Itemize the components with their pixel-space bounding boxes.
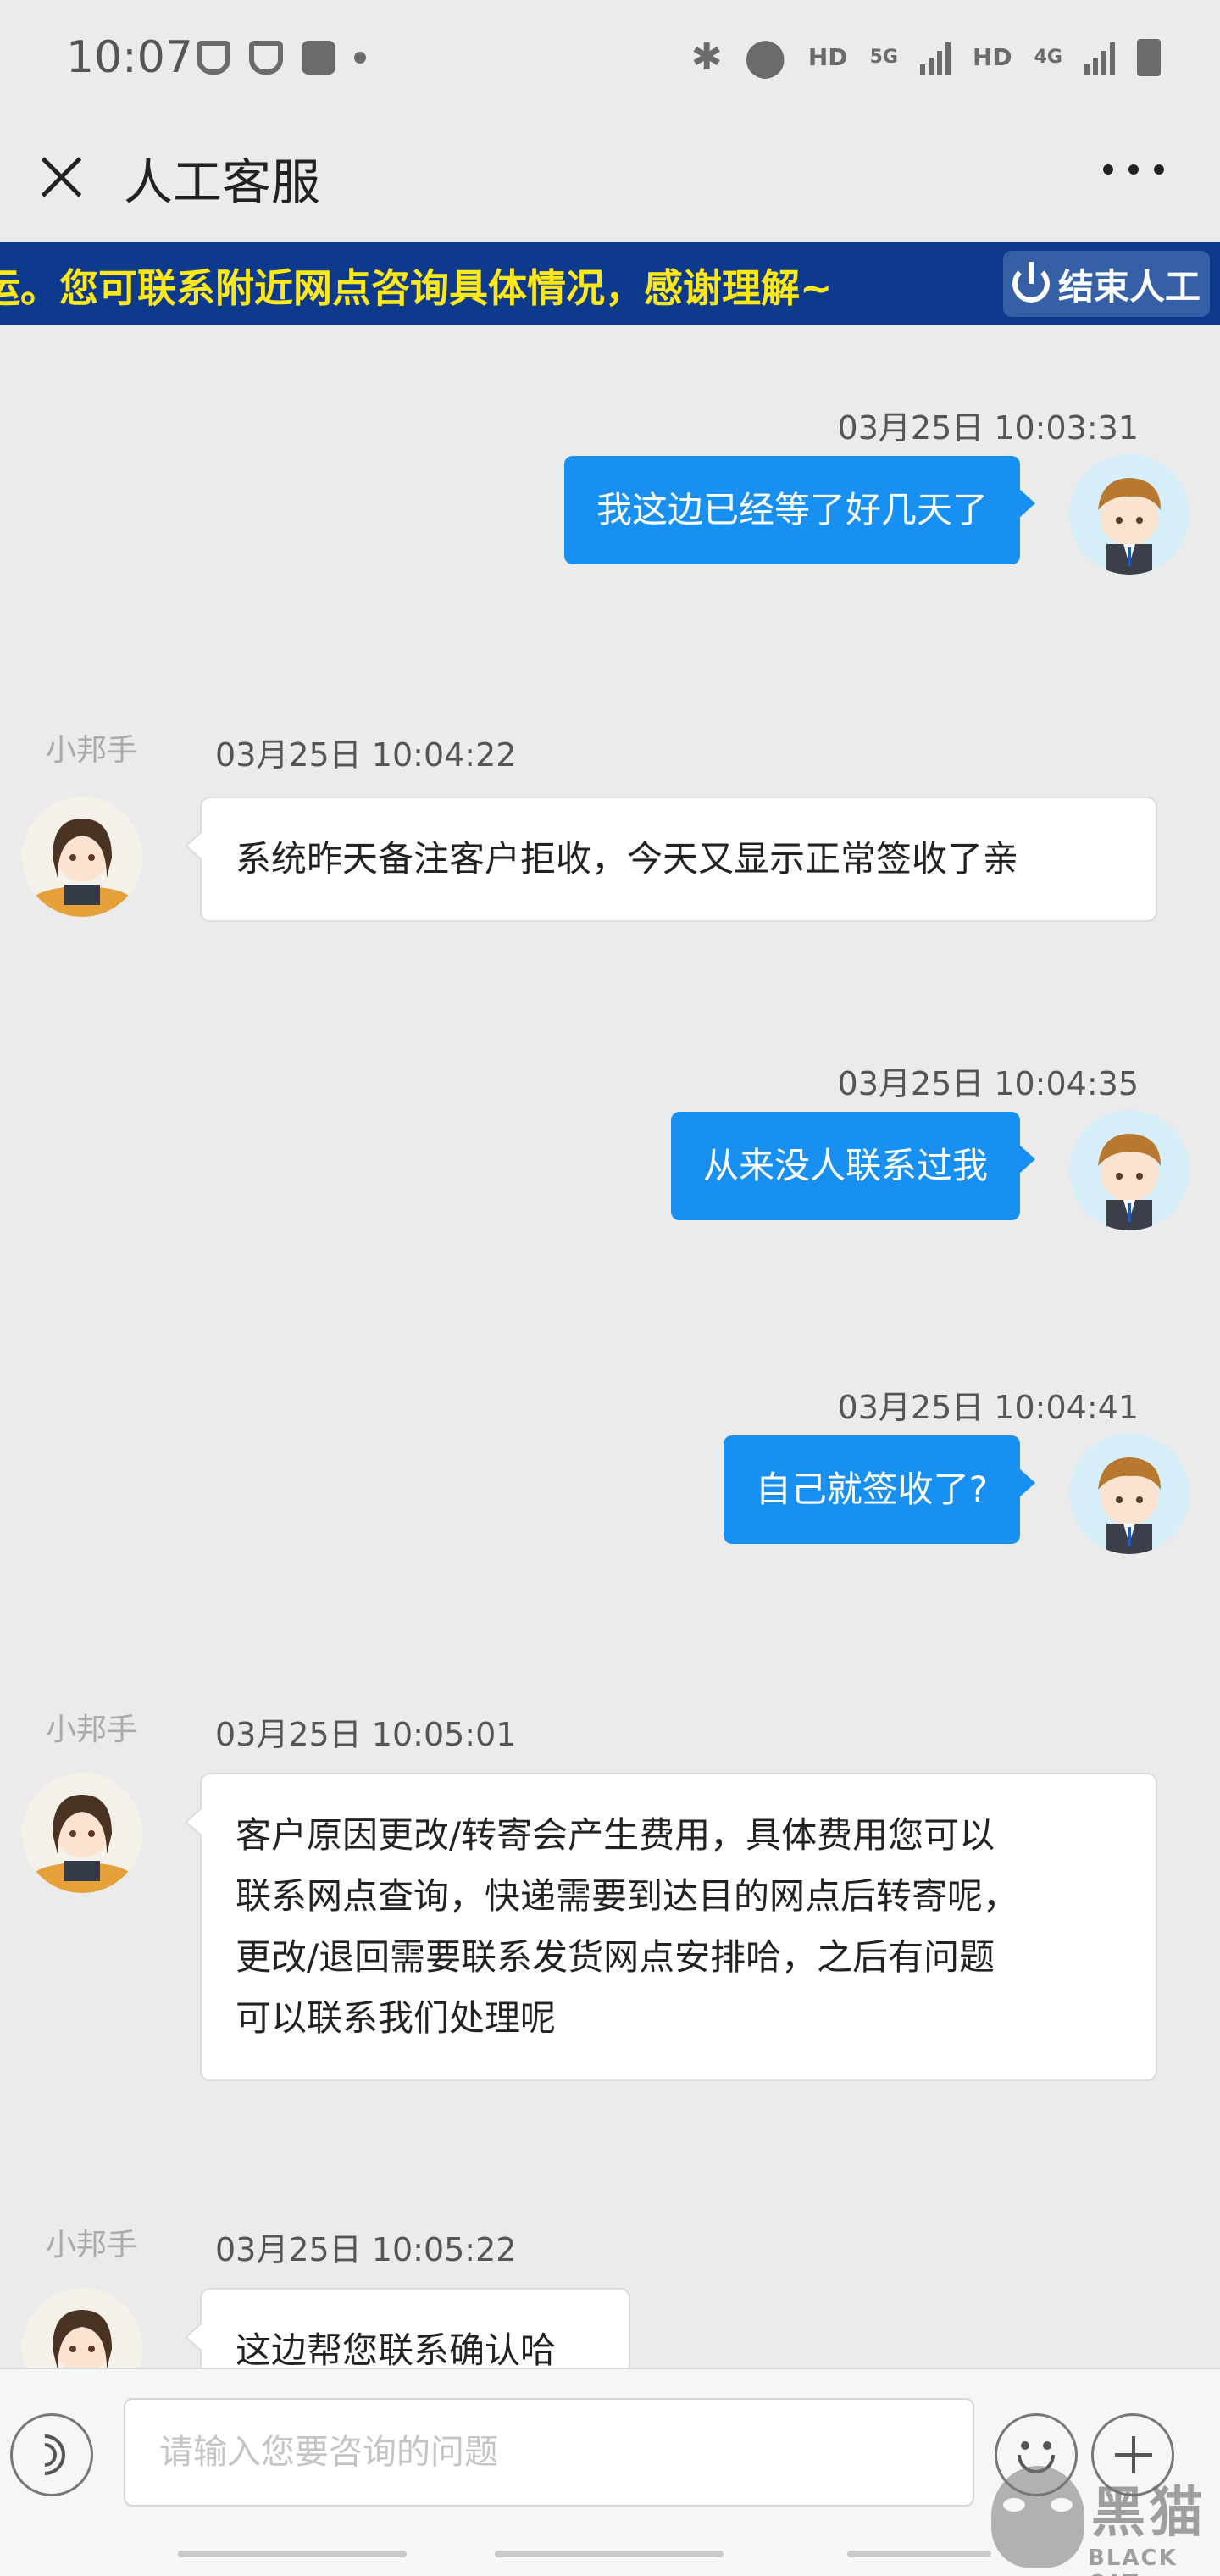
end-human-service-button[interactable]: 结束人工 — [1003, 251, 1210, 317]
banner-text: 运。您可联系附近网点咨询具体情况，感谢理解~ — [0, 265, 833, 311]
message-timestamp: 03月25日 10:05:01 — [215, 1716, 517, 1753]
message-bubble[interactable]: 我这边已经等了好几天了 — [563, 456, 1036, 564]
nav-recents-handle[interactable] — [178, 2551, 407, 2557]
nav-back-handle[interactable] — [847, 2551, 991, 2557]
chat-list[interactable]: 03月25日 10:03:31 我这边已经等了好几天了 小邦手 03月25日 1… — [0, 325, 1220, 2368]
message-timestamp: 03月25日 10:04:41 — [837, 1389, 1139, 1426]
more-notifications-dot-icon — [354, 52, 366, 64]
page-title: 人工客服 — [124, 153, 321, 211]
network-5g-label: 5G — [869, 47, 898, 68]
signal-icon — [1084, 41, 1115, 75]
message-bubble[interactable]: 自己就签收了? — [723, 1435, 1036, 1544]
watermark-text: 黑猫 — [1091, 2482, 1206, 2545]
status-bar: 10:07 ✱ ⬤ HD 5G HD 4G — [0, 0, 1220, 115]
message-line: 更改/退回需要联系发货网点安排哈，之后有问题 — [236, 1936, 995, 1978]
location-icon: ⬤ — [744, 36, 786, 79]
notice-banner: 运。您可联系附近网点咨询具体情况，感谢理解~ 结束人工 — [0, 242, 1220, 325]
agent-avatar — [22, 2288, 142, 2368]
message-timestamp: 03月25日 10:03:31 — [837, 409, 1139, 447]
message-line: 联系网点查询，快递需要到达目的网点后转寄呢， — [236, 1875, 1019, 1917]
hd-label: HD — [972, 43, 1012, 71]
app-header: 人工客服 — [0, 115, 1220, 242]
power-icon — [1012, 262, 1050, 303]
more-options-icon[interactable] — [1103, 164, 1164, 175]
watermark-subtext: BLACK CAT — [1088, 2545, 1178, 2576]
user-avatar — [1069, 454, 1190, 575]
message-line: 可以联系我们处理呢 — [236, 1997, 557, 2039]
message-line: 这边帮您联系确认哈 — [236, 2329, 557, 2368]
message-timestamp: 03月25日 10:05:22 — [215, 2231, 517, 2268]
message-line: 系统昨天备注客户拒收，今天又显示正常签收了亲 — [236, 838, 1019, 880]
message-timestamp: 03月25日 10:04:22 — [215, 736, 517, 774]
message-bubble[interactable]: 这边帮您联系确认哈 — [185, 2288, 630, 2368]
nav-home-handle[interactable] — [495, 2551, 724, 2557]
voice-input-icon[interactable] — [10, 2413, 93, 2496]
hd-label: HD — [807, 43, 848, 71]
user-avatar — [1069, 1110, 1190, 1230]
message-timestamp: 03月25日 10:04:35 — [837, 1065, 1139, 1102]
status-time: 10:07 — [66, 32, 193, 83]
message-bubble[interactable]: 客户原因更改/转寄会产生费用，具体费用您可以 联系网点查询，快递需要到达目的网点… — [185, 1773, 1157, 2081]
agent-avatar — [22, 797, 142, 917]
notification-icons — [197, 41, 366, 75]
cat-logo-icon — [991, 2466, 1084, 2568]
notification-check-icon — [302, 41, 336, 75]
watermark-logo: 黑猫 BLACK CAT — [983, 2457, 1220, 2576]
sender-name: 小邦手 — [46, 733, 138, 768]
message-line: 客户原因更改/转寄会产生费用，具体费用您可以 — [236, 1814, 995, 1856]
message-bubble[interactable]: 从来没人联系过我 — [670, 1112, 1036, 1220]
battery-icon — [1137, 38, 1161, 76]
sender-name: 小邦手 — [46, 2228, 138, 2262]
end-button-label: 结束人工 — [1057, 265, 1201, 308]
message-bubble[interactable]: 系统昨天备注客户拒收，今天又显示正常签收了亲 — [185, 797, 1157, 922]
sender-name: 小邦手 — [46, 1713, 138, 1747]
notification-app-icon — [197, 41, 230, 75]
bluetooth-icon: ✱ — [690, 36, 723, 79]
notification-app-icon — [249, 41, 283, 75]
system-icons: ✱ ⬤ HD 5G HD 4G — [691, 36, 1161, 79]
message-input[interactable] — [124, 2398, 974, 2507]
agent-avatar — [22, 1773, 142, 1893]
close-icon[interactable] — [34, 149, 88, 203]
signal-icon — [919, 41, 951, 75]
user-avatar — [1069, 1434, 1190, 1554]
network-4g-label: 4G — [1034, 47, 1062, 68]
